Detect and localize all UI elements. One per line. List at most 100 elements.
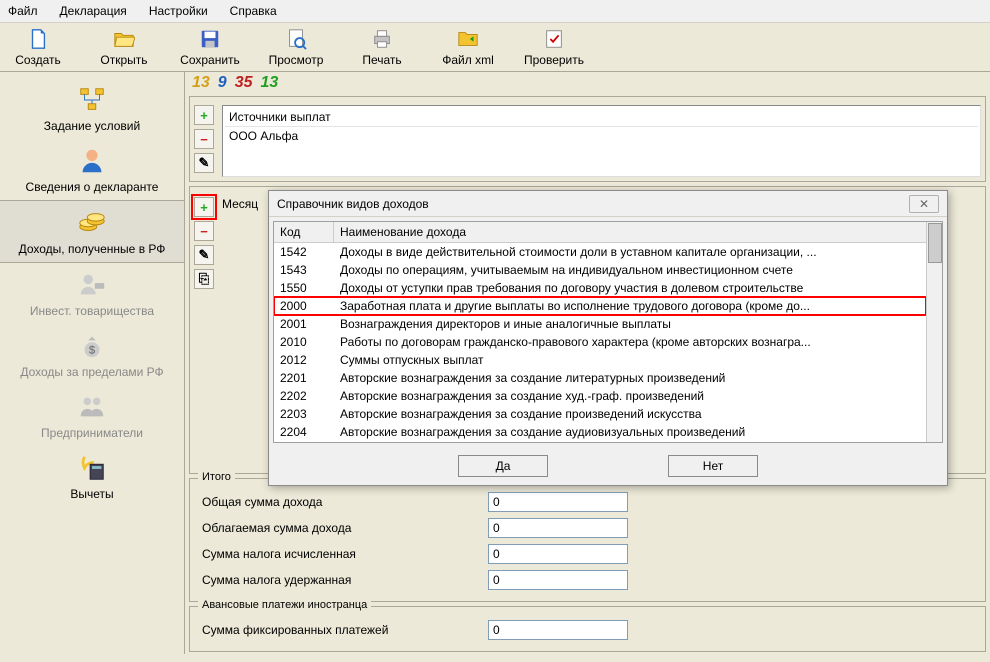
filexml-button[interactable]: Файл xml xyxy=(434,27,502,67)
modal-header: Справочник видов доходов ✕ xyxy=(269,191,947,217)
month-edit-button[interactable]: ✎ xyxy=(194,245,214,265)
grid-row[interactable]: 2203Авторские вознаграждения за создание… xyxy=(274,405,926,423)
taxable-income-label: Облагаемая сумма дохода xyxy=(198,521,478,535)
tax-withheld-label: Сумма налога удержанная xyxy=(198,573,478,587)
cell-code: 2203 xyxy=(274,406,334,422)
toolbar: Создать Открыть Сохранить Просмотр Печат… xyxy=(0,23,990,72)
month-label: Месяц xyxy=(222,197,258,211)
cell-code: 2001 xyxy=(274,316,334,332)
folder-open-icon xyxy=(112,27,136,51)
tab-35[interactable]: 35 xyxy=(232,74,256,92)
menu-declaration[interactable]: Декларация xyxy=(56,2,131,20)
grid-row[interactable]: 2201Авторские вознаграждения за создание… xyxy=(274,369,926,387)
sidebar-item-income-rf[interactable]: Доходы, полученные в РФ xyxy=(0,200,184,263)
save-button[interactable]: Сохранить xyxy=(176,27,244,67)
sidebar-item-invest[interactable]: Инвест. товарищества xyxy=(0,263,184,324)
cell-code: 2000 xyxy=(274,298,334,314)
fixed-pay-input[interactable] xyxy=(488,620,628,640)
cell-code: 2204 xyxy=(274,424,334,440)
open-label: Открыть xyxy=(100,53,147,67)
grid-row[interactable]: 2010Работы по договорам гражданско-право… xyxy=(274,333,926,351)
cell-code: 2202 xyxy=(274,388,334,404)
print-icon xyxy=(370,27,394,51)
col-name[interactable]: Наименование дохода xyxy=(334,222,942,242)
menu-help[interactable]: Справка xyxy=(226,2,281,20)
save-icon xyxy=(198,27,222,51)
grid-row[interactable]: 2000Заработная плата и другие выплаты во… xyxy=(274,297,926,315)
person-icon xyxy=(76,145,108,177)
grid-row[interactable]: 2012Суммы отпускных выплат xyxy=(274,351,926,369)
scrollbar-thumb[interactable] xyxy=(928,223,942,263)
svg-text:$: $ xyxy=(89,345,96,357)
grid-row[interactable]: 2202Авторские вознаграждения за создание… xyxy=(274,387,926,405)
calculator-icon xyxy=(76,452,108,484)
modal-close-button[interactable]: ✕ xyxy=(909,195,939,213)
sidebar-item-label: Сведения о декларанте xyxy=(26,180,159,194)
cell-code: 2010 xyxy=(274,334,334,350)
people-icon xyxy=(76,391,108,423)
menu-file[interactable]: Файл xyxy=(4,2,42,20)
sidebar-item-label: Задание условий xyxy=(44,119,140,133)
xml-icon xyxy=(456,27,480,51)
cell-name: Авторские вознаграждения за создание муз… xyxy=(334,442,926,443)
cell-name: Авторские вознаграждения за создание худ… xyxy=(334,388,926,404)
income-type-grid[interactable]: Код Наименование дохода 1542Доходы в вид… xyxy=(273,221,943,443)
sidebar-item-deductions[interactable]: Вычеты xyxy=(0,446,184,507)
month-mini-tools: + − ✎ ⎘ xyxy=(194,197,218,469)
grid-row[interactable]: 1550Доходы от уступки прав требования по… xyxy=(274,279,926,297)
grid-row[interactable]: 1542Доходы в виде действительной стоимос… xyxy=(274,243,926,261)
tab-13a[interactable]: 13 xyxy=(189,74,213,92)
tab-9[interactable]: 9 xyxy=(215,74,230,92)
check-icon xyxy=(542,27,566,51)
filexml-label: Файл xml xyxy=(442,53,494,67)
preview-label: Просмотр xyxy=(269,53,324,67)
modal-footer: Да Нет xyxy=(269,447,947,485)
cell-code: 1543 xyxy=(274,262,334,278)
sidebar-item-label: Предприниматели xyxy=(41,426,143,440)
print-button[interactable]: Печать xyxy=(348,27,416,67)
sources-list[interactable]: Источники выплат ООО Альфа xyxy=(222,105,981,177)
total-income-input[interactable] xyxy=(488,492,628,512)
month-copy-button[interactable]: ⎘ xyxy=(194,269,214,289)
sidebar-item-entrepreneurs[interactable]: Предприниматели xyxy=(0,385,184,446)
sources-panel: + − ✎ Источники выплат ООО Альфа xyxy=(189,96,986,182)
month-add-button[interactable]: + xyxy=(194,197,214,217)
preview-button[interactable]: Просмотр xyxy=(262,27,330,67)
tab-13b[interactable]: 13 xyxy=(258,74,282,92)
grid-scrollbar[interactable] xyxy=(926,222,942,442)
src-remove-button[interactable]: − xyxy=(194,129,214,149)
sidebar: Задание условий Сведения о декларанте До… xyxy=(0,72,185,654)
grid-row[interactable]: 2204Авторские вознаграждения за создание… xyxy=(274,423,926,441)
invest-icon xyxy=(76,269,108,301)
no-button[interactable]: Нет xyxy=(668,455,758,477)
income-type-modal: Справочник видов доходов ✕ Код Наименова… xyxy=(268,190,948,486)
cell-code: 2012 xyxy=(274,352,334,368)
sidebar-item-task[interactable]: Задание условий xyxy=(0,78,184,139)
taxable-income-input[interactable] xyxy=(488,518,628,538)
task-icon xyxy=(76,84,108,116)
cell-code: 1542 xyxy=(274,244,334,260)
menu-settings[interactable]: Настройки xyxy=(145,2,212,20)
sidebar-item-declarant[interactable]: Сведения о декларанте xyxy=(0,139,184,200)
save-label: Сохранить xyxy=(180,53,240,67)
source-row[interactable]: ООО Альфа xyxy=(225,127,978,145)
grid-row[interactable]: 1543Доходы по операциям, учитываемым на … xyxy=(274,261,926,279)
cell-name: Авторские вознаграждения за создание ауд… xyxy=(334,424,926,440)
sidebar-item-income-abroad[interactable]: $ Доходы за пределами РФ xyxy=(0,324,184,385)
cell-code: 1550 xyxy=(274,280,334,296)
col-code[interactable]: Код xyxy=(274,222,334,242)
tax-withheld-input[interactable] xyxy=(488,570,628,590)
cell-name: Доходы по операциям, учитываемым на инди… xyxy=(334,262,926,278)
check-button[interactable]: Проверить xyxy=(520,27,588,67)
advance-panel: Авансовые платежи иностранца Сумма фикси… xyxy=(189,606,986,652)
tax-calc-input[interactable] xyxy=(488,544,628,564)
month-remove-button[interactable]: − xyxy=(194,221,214,241)
grid-row[interactable]: 2001Вознаграждения директоров и иные ана… xyxy=(274,315,926,333)
grid-row[interactable]: 2205Авторские вознаграждения за создание… xyxy=(274,441,926,443)
src-edit-button[interactable]: ✎ xyxy=(194,153,214,173)
src-add-button[interactable]: + xyxy=(194,105,214,125)
yes-button[interactable]: Да xyxy=(458,455,548,477)
create-button[interactable]: Создать xyxy=(4,27,72,67)
cell-name: Доходы от уступки прав требования по дог… xyxy=(334,280,926,296)
open-button[interactable]: Открыть xyxy=(90,27,158,67)
